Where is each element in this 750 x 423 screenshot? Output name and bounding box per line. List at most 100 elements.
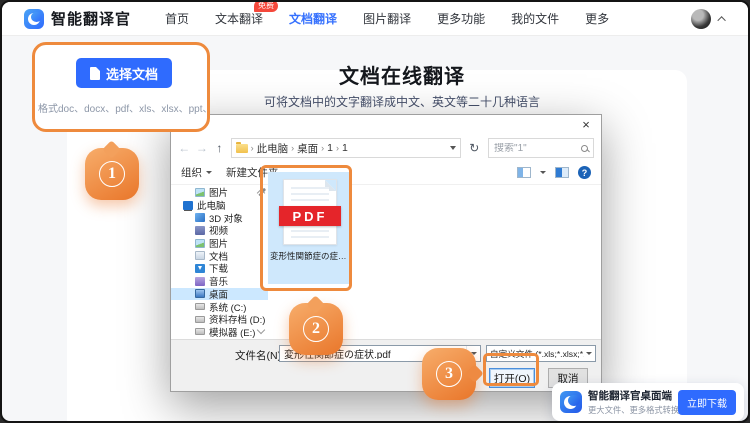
- folder-tree: 图片 此电脑 3: [171, 185, 268, 339]
- forward-icon[interactable]: →: [196, 141, 209, 155]
- file-open-dialog: × ← → ↑ › 此电脑 › 桌面 › 1: [170, 114, 602, 392]
- sidebar-item[interactable]: 文档: [171, 249, 268, 262]
- search-bar: [488, 138, 594, 158]
- sidebar-item-icon: [195, 277, 205, 286]
- sidebar-item[interactable]: 模拟器 (E:): [171, 326, 268, 339]
- document-icon: [90, 67, 100, 80]
- breadcrumb-separator: ›: [251, 143, 254, 153]
- nav-item-label: 更多: [585, 12, 609, 26]
- preview-pane-icon[interactable]: [555, 167, 569, 178]
- sidebar-item[interactable]: 资料存档 (D:): [171, 313, 268, 326]
- pdf-file-name: 変形性関節症の症状.pdf: [270, 250, 350, 262]
- screen: 智能翻译官 首页 文本翻译 免费 文档翻译 图片翻译: [0, 0, 750, 423]
- search-icon: [581, 145, 588, 152]
- select-document-button[interactable]: 选择文档: [76, 58, 172, 88]
- breadcrumb-items: › 此电脑 › 桌面 › 1 › 1: [251, 141, 348, 156]
- sidebar-item[interactable]: 图片: [171, 237, 268, 250]
- sidebar-item[interactable]: 下载: [171, 262, 268, 275]
- app-logo-icon: [560, 391, 582, 413]
- nav-item[interactable]: 我的文件: [511, 10, 559, 27]
- sidebar-item-icon: [195, 213, 205, 222]
- view-chevron-down-icon[interactable]: [540, 171, 546, 174]
- nav-item-label: 更多功能: [437, 12, 485, 26]
- navbar-right: [691, 9, 726, 29]
- nav-item[interactable]: 文档翻译: [289, 10, 337, 27]
- search-input[interactable]: [494, 143, 581, 154]
- organize-menu[interactable]: 组织: [181, 165, 212, 180]
- filetype-select[interactable]: 自定义文件 (*.xls;*.xlsx;*.pdf;*.: [486, 345, 596, 362]
- sidebar-item[interactable]: 图片: [171, 186, 268, 199]
- breadcrumb-separator: ›: [336, 143, 339, 153]
- nav-item[interactable]: 更多: [585, 10, 609, 27]
- sidebar-rows: 图片 此电脑 3: [171, 186, 268, 339]
- sidebar-item[interactable]: 视频: [171, 224, 268, 237]
- step-2-number: 2: [303, 316, 329, 342]
- breadcrumb-chevron-down-icon[interactable]: [450, 146, 456, 150]
- breadcrumb-separator: ›: [291, 143, 294, 153]
- sidebar-item[interactable]: 系统 (C:): [171, 300, 268, 313]
- page-subtitle: 可将文档中的文字翻译成中文、英文等二十几种语言: [177, 93, 627, 110]
- avatar[interactable]: [691, 9, 711, 29]
- sidebar-item[interactable]: 此电脑: [171, 199, 268, 212]
- sidebar-item-icon: [195, 316, 205, 323]
- nav-item-label: 首页: [165, 12, 189, 26]
- breadcrumb-separator: ›: [321, 143, 324, 153]
- help-icon[interactable]: ?: [578, 166, 591, 179]
- breadcrumb-item[interactable]: 1: [327, 142, 333, 154]
- breadcrumb-item[interactable]: 1: [342, 142, 348, 154]
- breadcrumb: › 此电脑 › 桌面 › 1 › 1: [231, 138, 461, 158]
- dialog-footer: 文件名(N): 自定义文件 (*.xls;*.xlsx;*.pdf;*. 打开(…: [171, 339, 601, 391]
- nav-item[interactable]: 文本翻译 免费: [215, 10, 263, 27]
- step-1-number: 1: [99, 161, 125, 187]
- nav-item[interactable]: 图片翻译: [363, 10, 411, 27]
- sidebar-item[interactable]: 音乐: [171, 275, 268, 288]
- pdf-file-icon: PDF: [283, 179, 337, 245]
- pdf-file-item[interactable]: PDF 変形性関節症の症状.pdf: [268, 172, 352, 284]
- pdf-icon-lines: [291, 187, 329, 203]
- sidebar-item-icon: [195, 239, 205, 248]
- brand-name[interactable]: 智能翻译官: [51, 8, 131, 29]
- nav-item-label: 文本翻译: [215, 12, 263, 26]
- up-icon[interactable]: ↑: [213, 141, 226, 155]
- select-document-highlight-box: 选择文档 格式doc、docx、pdf、xls、xlsx、ppt、: [32, 42, 210, 132]
- nav-item-label: 我的文件: [511, 12, 559, 26]
- sidebar-item[interactable]: 桌面: [171, 288, 268, 301]
- change-view-icon[interactable]: [517, 167, 531, 178]
- sidebar-item-icon: [195, 289, 205, 298]
- folder-icon: [236, 144, 248, 153]
- download-now-button[interactable]: 立即下载: [678, 390, 736, 415]
- navbar: 智能翻译官 首页 文本翻译 免费 文档翻译 图片翻译: [2, 2, 748, 36]
- sidebar-item-icon: [195, 251, 205, 260]
- sidebar-item[interactable]: 3D 对象: [171, 211, 268, 224]
- supported-formats-text: 格式doc、docx、pdf、xls、xlsx、ppt、: [38, 100, 206, 115]
- desktop-app-title: 智能翻译官桌面端: [588, 388, 672, 403]
- filetype-chevron-down-icon: [586, 352, 592, 355]
- chevron-down-icon: [206, 171, 212, 174]
- sidebar-item-icon: [195, 188, 205, 197]
- breadcrumb-item[interactable]: 桌面: [297, 141, 318, 156]
- desktop-app-subtitle: 更大文件、更多格式转换: [588, 404, 672, 416]
- command-bar-right: ?: [517, 166, 591, 179]
- step-3-number: 3: [436, 361, 462, 387]
- nav-item[interactable]: 首页: [165, 10, 189, 27]
- chevron-up-icon[interactable]: [717, 16, 725, 24]
- close-icon[interactable]: ×: [571, 115, 601, 134]
- open-button[interactable]: 打开(O): [489, 368, 535, 388]
- free-badge: 免费: [254, 0, 278, 12]
- refresh-icon[interactable]: ↻: [466, 141, 483, 155]
- pdf-badge: PDF: [279, 206, 341, 226]
- breadcrumb-item[interactable]: 此电脑: [257, 141, 289, 156]
- dialog-titlebar: ×: [171, 115, 601, 135]
- dialog-navigation-bar: ← → ↑ › 此电脑 › 桌面 › 1 ›: [171, 135, 601, 161]
- organize-label: 组织: [181, 165, 202, 180]
- sidebar-item-icon: [195, 303, 205, 310]
- brand-logo-icon: [24, 9, 44, 29]
- sidebar-item-icon: [195, 264, 205, 273]
- nav-item[interactable]: 更多功能: [437, 10, 485, 27]
- dialog-body: 图片 此电脑 3: [171, 185, 601, 339]
- filename-label: 文件名(N):: [235, 348, 284, 363]
- sidebar-item-icon: [195, 328, 205, 335]
- back-icon[interactable]: ←: [178, 141, 191, 155]
- step-1-annotation: 1: [85, 148, 139, 200]
- sidebar-item-icon: [195, 226, 205, 235]
